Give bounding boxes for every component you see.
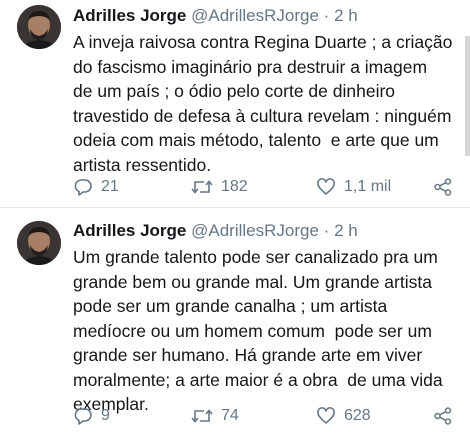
tweet-actions: 9 74 628: [73, 404, 470, 428]
tweet-header: Adrilles Jorge @AdrillesRJorge · 2 h: [73, 221, 358, 241]
retweet-icon: [191, 409, 213, 423]
author-name[interactable]: Adrilles Jorge: [73, 221, 186, 240]
scrollbar[interactable]: [465, 36, 470, 156]
reply-button[interactable]: 21: [73, 175, 119, 199]
avatar[interactable]: [17, 5, 61, 49]
heart-icon: [317, 407, 335, 424]
like-button[interactable]: 628: [316, 404, 371, 428]
retweet-count: 74: [221, 407, 239, 424]
author-handle[interactable]: @AdrillesRJorge: [191, 221, 319, 240]
reply-count: 21: [101, 178, 119, 195]
tweet[interactable]: Adrilles Jorge @AdrillesRJorge · 2 h Um …: [0, 208, 470, 442]
retweet-button[interactable]: 182: [191, 175, 248, 199]
retweet-icon: [191, 180, 213, 194]
tweet-text: A inveja raivosa contra Regina Duarte ; …: [73, 32, 453, 175]
author-name[interactable]: Adrilles Jorge: [73, 6, 186, 25]
share-button[interactable]: [433, 404, 453, 428]
heart-icon: [317, 178, 335, 195]
reply-button[interactable]: 9: [73, 404, 110, 428]
avatar-photo: [17, 5, 61, 49]
avatar[interactable]: [17, 221, 61, 265]
separator: ·: [323, 221, 330, 240]
retweet-count: 182: [221, 178, 248, 195]
share-button[interactable]: [433, 175, 453, 199]
reply-icon: [74, 179, 92, 196]
tweet-text: Um grande talento pode ser canalizado pr…: [73, 247, 443, 414]
tweet-actions: 21 182 1,1 mil: [73, 175, 470, 199]
separator: ·: [323, 6, 330, 25]
like-count: 1,1 mil: [344, 178, 392, 195]
share-icon: [434, 407, 452, 425]
author-handle[interactable]: @AdrillesRJorge: [191, 6, 319, 25]
timestamp[interactable]: 2 h: [334, 6, 358, 25]
reply-count: 9: [101, 407, 110, 424]
tweet[interactable]: Adrilles Jorge @AdrillesRJorge · 2 h A i…: [0, 0, 470, 208]
avatar-photo: [17, 221, 61, 265]
retweet-button[interactable]: 74: [191, 404, 239, 428]
like-count: 628: [344, 407, 371, 424]
tweet-header: Adrilles Jorge @AdrillesRJorge · 2 h: [73, 6, 358, 26]
like-button[interactable]: 1,1 mil: [316, 175, 391, 199]
share-icon: [434, 178, 452, 196]
reply-icon: [74, 408, 92, 425]
timestamp[interactable]: 2 h: [334, 221, 358, 240]
